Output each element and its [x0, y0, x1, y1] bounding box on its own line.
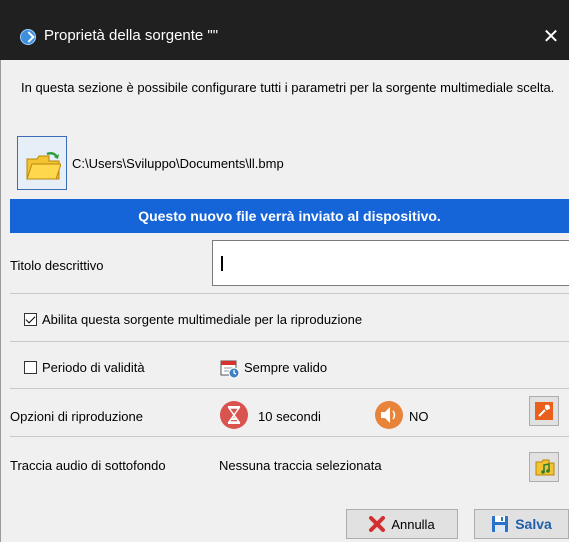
- cancel-button[interactable]: Annulla: [346, 509, 458, 539]
- info-banner: Questo nuovo file verrà inviato al dispo…: [10, 199, 569, 233]
- title-input[interactable]: [212, 240, 569, 286]
- folder-open-icon: [26, 151, 61, 180]
- validity-checkbox-label[interactable]: Periodo di validità: [42, 360, 145, 375]
- background-audio-value: Nessuna traccia selezionata: [219, 458, 382, 473]
- window-border: [0, 60, 1, 542]
- save-button-label: Salva: [515, 516, 552, 532]
- calendar-clock-icon: [220, 360, 240, 378]
- divider: [10, 341, 569, 342]
- wrench-icon: [535, 402, 553, 420]
- divider: [10, 293, 569, 294]
- playback-label: Opzioni di riproduzione: [10, 409, 143, 424]
- window-title: Proprietà della sorgente "": [44, 27, 219, 44]
- validity-value[interactable]: Sempre valido: [244, 360, 327, 375]
- speaker-icon[interactable]: [374, 400, 404, 430]
- select-audio-button[interactable]: [529, 452, 559, 482]
- title-bar: Proprietà della sorgente "" ✕: [0, 0, 569, 60]
- enable-checkbox-label[interactable]: Abilita questa sorgente multimediale per…: [42, 312, 362, 327]
- divider: [10, 388, 569, 389]
- validity-checkbox[interactable]: [24, 361, 37, 374]
- background-audio-label: Traccia audio di sottofondo: [10, 458, 166, 473]
- enable-checkbox[interactable]: [24, 313, 37, 326]
- file-path: C:\Users\Sviluppo\Documents\ll.bmp: [72, 156, 284, 171]
- playback-duration[interactable]: 10 secondi: [258, 409, 321, 424]
- close-button[interactable]: ✕: [533, 20, 569, 54]
- playback-settings-button[interactable]: [529, 396, 559, 426]
- info-banner-text: Questo nuovo file verrà inviato al dispo…: [138, 208, 441, 224]
- save-button[interactable]: Salva: [474, 509, 569, 539]
- music-folder-icon: [535, 459, 555, 476]
- cancel-button-label: Annulla: [391, 516, 435, 532]
- browse-file-button[interactable]: [17, 136, 67, 190]
- floppy-disk-icon: [492, 516, 509, 532]
- section-description: In questa sezione è possibile configurar…: [21, 80, 555, 95]
- text-caret: [221, 256, 223, 271]
- divider: [10, 436, 569, 437]
- title-label: Titolo descrittivo: [10, 258, 104, 273]
- cancel-x-icon: [369, 516, 386, 532]
- app-icon: [20, 29, 36, 45]
- hourglass-icon[interactable]: [219, 400, 249, 430]
- audio-value[interactable]: NO: [409, 409, 429, 424]
